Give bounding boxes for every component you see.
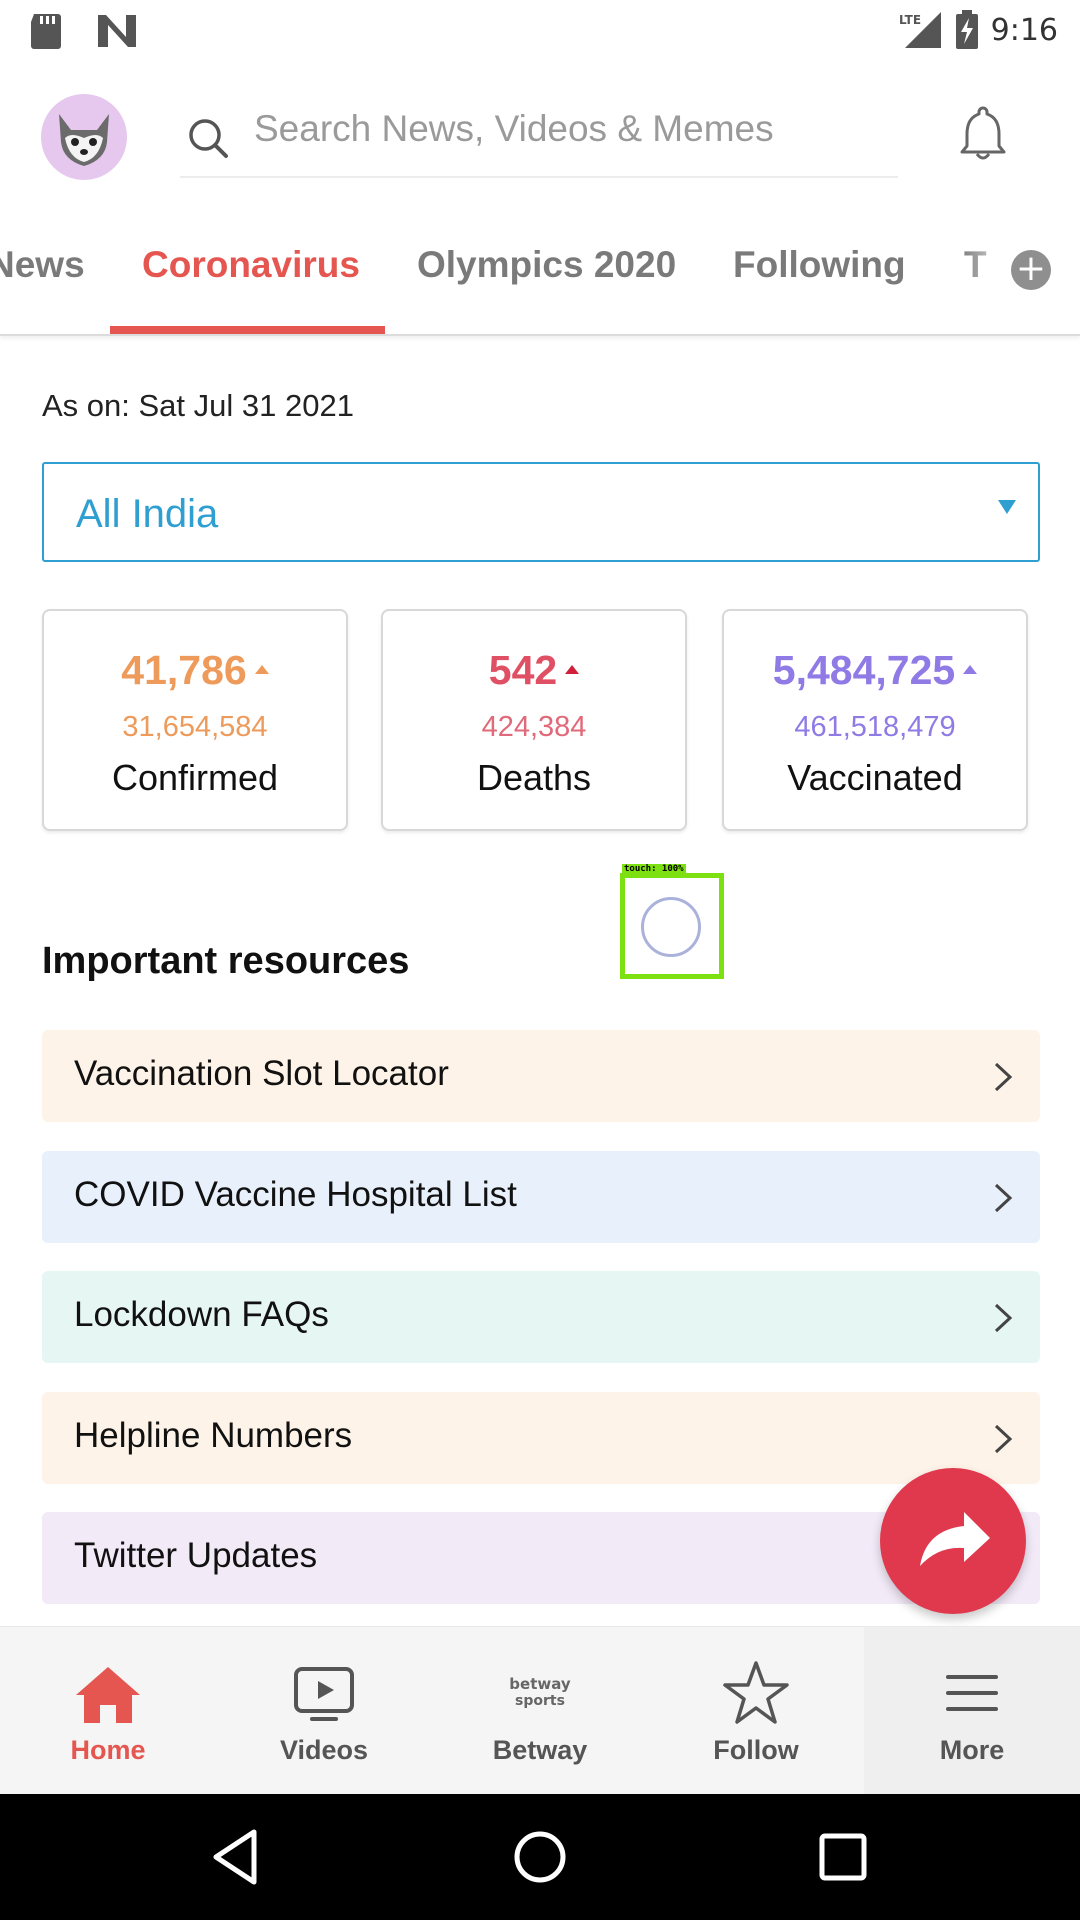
- nav-more[interactable]: More: [864, 1627, 1080, 1795]
- stat-daily-value: 5,484,725: [724, 647, 1026, 694]
- nav-videos[interactable]: Videos: [216, 1627, 432, 1795]
- n-notification-icon: [98, 15, 136, 47]
- avatar[interactable]: [41, 94, 127, 180]
- tab-following[interactable]: Following: [733, 244, 906, 286]
- nav-home[interactable]: Home: [0, 1627, 216, 1795]
- nav-label: Videos: [279, 1735, 369, 1765]
- search-input[interactable]: [254, 108, 854, 150]
- vaccinated-total: 461,518,479: [794, 711, 956, 743]
- system-navigation-bar: [0, 1794, 1080, 1920]
- fox-avatar-icon: [59, 114, 109, 166]
- region-selected-value: All India: [76, 492, 219, 536]
- tab-olympics-2020[interactable]: Olympics 2020: [417, 244, 676, 286]
- deaths-daily-number: 542: [488, 647, 558, 693]
- resource-label: COVID Vaccine Hospital List: [74, 1175, 517, 1214]
- search-icon: [189, 119, 228, 158]
- signal-icon: LTE: [899, 12, 941, 48]
- chevron-right-icon: [994, 1424, 1013, 1454]
- menu-icon: [946, 1675, 998, 1711]
- up-arrow-icon: [254, 664, 269, 674]
- as-on-date: As on: Sat Jul 31 2021: [42, 388, 354, 423]
- nav-label: Follow: [713, 1735, 799, 1765]
- resource-label: Vaccination Slot Locator: [74, 1054, 449, 1093]
- stat-card-deaths: 542 424,384 Deaths: [381, 609, 687, 831]
- chevron-right-icon: [994, 1062, 1013, 1092]
- tab-coronavirus[interactable]: Coronavirus: [142, 244, 360, 286]
- touch-point: [641, 897, 701, 957]
- home-icon: [76, 1667, 140, 1723]
- network-type-label: LTE: [899, 13, 921, 27]
- sd-card-icon: [31, 14, 61, 49]
- nav-betway[interactable]: betway sports Betway: [432, 1627, 648, 1795]
- back-icon[interactable]: [204, 1824, 270, 1890]
- resource-vaccination-slot-locator[interactable]: Vaccination Slot Locator: [42, 1030, 1040, 1122]
- svg-text:betway: betway: [509, 1675, 571, 1693]
- up-arrow-icon: [565, 664, 580, 674]
- video-icon: [294, 1667, 354, 1721]
- section-title: Important resources: [42, 940, 410, 982]
- add-tab-button[interactable]: +: [1011, 250, 1051, 290]
- stat-card-vaccinated: 5,484,725 461,518,479 Vaccinated: [722, 609, 1028, 831]
- status-time: 9:16: [990, 12, 1058, 48]
- resource-covid-vaccine-hospital-list[interactable]: COVID Vaccine Hospital List: [42, 1151, 1040, 1243]
- status-bar: LTE 9:16: [0, 0, 1080, 64]
- app-header: [0, 64, 1080, 194]
- resource-lockdown-faqs[interactable]: Lockdown FAQs: [42, 1271, 1040, 1363]
- notification-bell-icon[interactable]: [958, 104, 1008, 162]
- tab-news[interactable]: News: [0, 244, 85, 286]
- category-tabs: News Coronavirus Olympics 2020 Following…: [0, 194, 1080, 336]
- stat-card-confirmed: 41,786 31,654,584 Confirmed: [42, 609, 348, 831]
- star-icon: [723, 1661, 789, 1724]
- deaths-label: Deaths: [476, 757, 592, 798]
- region-dropdown[interactable]: All India: [42, 462, 1040, 562]
- chevron-right-icon: [994, 1183, 1013, 1213]
- resource-label: Lockdown FAQs: [74, 1295, 329, 1334]
- nav-label: Betway: [492, 1735, 588, 1765]
- up-arrow-icon: [963, 664, 978, 674]
- dropdown-caret-icon: [998, 500, 1016, 514]
- confirmed-label: Confirmed: [111, 757, 279, 798]
- home-circle-icon[interactable]: [507, 1824, 573, 1890]
- active-tab-indicator: [110, 326, 385, 334]
- nav-label: More: [939, 1735, 1005, 1765]
- touch-indicator-label: touch: 100%: [622, 864, 686, 874]
- confirmed-total: 31,654,584: [122, 711, 268, 743]
- bottom-navigation: Home Videos betway sports Betway Follow …: [0, 1626, 1080, 1795]
- vaccinated-label: Vaccinated: [787, 757, 963, 798]
- share-fab-button[interactable]: [880, 1468, 1026, 1614]
- recents-icon[interactable]: [810, 1824, 876, 1890]
- confirmed-daily-number: 41,786: [121, 647, 247, 693]
- stat-daily-value: 542: [383, 647, 685, 694]
- chevron-right-icon: [994, 1303, 1013, 1333]
- deaths-total: 424,384: [481, 711, 587, 743]
- stat-daily-value: 41,786: [44, 647, 346, 694]
- svg-text:sports: sports: [515, 1693, 565, 1709]
- nav-label: Home: [70, 1735, 146, 1765]
- resource-label: Helpline Numbers: [74, 1416, 353, 1455]
- search-bar[interactable]: [180, 94, 898, 178]
- betway-logo: betway sports: [509, 1675, 571, 1709]
- resource-label: Twitter Updates: [74, 1536, 318, 1575]
- vaccinated-daily-number: 5,484,725: [772, 647, 956, 693]
- nav-follow[interactable]: Follow: [648, 1627, 864, 1795]
- share-arrow-icon: [920, 1512, 990, 1566]
- battery-charging-icon: [955, 10, 978, 49]
